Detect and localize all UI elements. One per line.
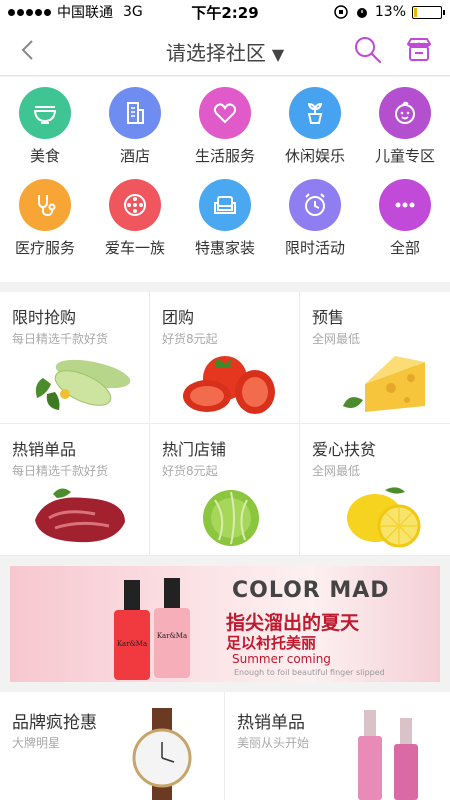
category-label: 酒店 xyxy=(119,147,150,165)
grid-item-subtitle: 好货8元起 xyxy=(162,464,218,478)
promo-subtitle: 美丽从头开始 xyxy=(237,736,310,750)
bowl-icon xyxy=(19,87,71,139)
bottle-label: Kar&Ma xyxy=(157,632,187,640)
grid-item-title: 爱心扶贫 xyxy=(312,440,377,459)
cabbage-image xyxy=(203,490,259,546)
promo-hot-items[interactable]: 热销单品 美丽从头开始 xyxy=(225,692,450,800)
category-label: 医疗服务 xyxy=(14,239,75,257)
category-car[interactable]: 爱车一族 xyxy=(90,179,180,269)
grid-item-title: 限时抢购 xyxy=(12,308,77,327)
category-label: 儿童专区 xyxy=(374,147,435,165)
category-label: 生活服务 xyxy=(194,147,255,165)
category-label: 特惠家装 xyxy=(194,239,255,257)
plant-icon xyxy=(289,87,341,139)
building-icon xyxy=(109,87,161,139)
ad-fineprint: Enough to foil beautiful finger slipped xyxy=(234,668,385,677)
store-icon[interactable] xyxy=(404,35,434,65)
lemon-image xyxy=(347,487,421,548)
clock: 下午2:29 xyxy=(191,3,259,22)
nail-polish-bottles-image: Kar&Ma Kar&Ma xyxy=(114,578,190,680)
baby-face-icon xyxy=(379,87,431,139)
heart-icon xyxy=(199,87,251,139)
ad-brand: COLOR MAD xyxy=(232,578,390,603)
more-dots-icon xyxy=(379,179,431,231)
grid-item-hot-items[interactable]: 热销单品 每日精选千款好货 xyxy=(0,424,150,556)
grid-item-subtitle: 每日精选千款好货 xyxy=(12,464,109,478)
promotion-grid: 限时抢购 每日精选千款好货 团购 好货8元起 预售 全网最低 热销单品 每日精选… xyxy=(0,292,450,556)
category-hotel[interactable]: 酒店 xyxy=(90,87,180,173)
alarm-icon xyxy=(356,8,367,18)
grid-item-presale[interactable]: 预售 全网最低 xyxy=(300,292,450,424)
tomato-image xyxy=(183,356,275,414)
beef-image xyxy=(35,488,125,543)
grid-item-title: 预售 xyxy=(312,308,345,327)
cosmetics-bottles-image xyxy=(358,710,418,800)
grid-item-group-buy[interactable]: 团购 好货8元起 xyxy=(150,292,300,424)
grid-item-hot-stores[interactable]: 热门店铺 好货8元起 xyxy=(150,424,300,556)
battery-level xyxy=(414,7,418,17)
alarm-clock-icon xyxy=(289,179,341,231)
category-medical[interactable]: 医疗服务 xyxy=(0,179,90,269)
promo-row: 品牌疯抢惠 大牌明星 热销单品 美丽从头开始 xyxy=(0,692,450,800)
battery-percent: 13% xyxy=(374,4,406,20)
search-icon[interactable] xyxy=(352,34,384,66)
category-label: 休闲娱乐 xyxy=(284,147,345,165)
grid-item-poverty-relief[interactable]: 爱心扶贫 全网最低 xyxy=(300,424,450,556)
category-limited-time[interactable]: 限时活动 xyxy=(270,179,360,269)
watch-image xyxy=(132,708,192,800)
ad-headline: 指尖溜出的夏天 xyxy=(226,612,360,634)
grid-item-subtitle: 全网最低 xyxy=(312,332,361,346)
category-grid: 美食 酒店 生活服务 休闲娱乐 儿童专区 医疗服务 爱车一族 特惠家装 限时活动… xyxy=(0,77,450,282)
category-label: 爱车一族 xyxy=(104,239,165,257)
signal-strength-icon xyxy=(8,8,51,16)
cheese-image xyxy=(343,356,425,412)
category-label: 美食 xyxy=(29,147,60,165)
sofa-icon xyxy=(199,179,251,231)
ad-banner[interactable]: Kar&Ma Kar&Ma COLOR MAD 指尖溜出的夏天 足以衬托美丽 S… xyxy=(10,566,440,682)
promo-title: 热销单品 xyxy=(237,713,305,733)
category-life-services[interactable]: 生活服务 xyxy=(180,87,270,173)
network-type: 3G xyxy=(123,4,143,20)
category-all[interactable]: 全部 xyxy=(360,179,450,269)
stethoscope-icon xyxy=(19,179,71,231)
bottle-label: Kar&Ma xyxy=(117,640,147,648)
promo-title: 品牌疯抢惠 xyxy=(12,713,97,733)
ad-tagline: Summer coming xyxy=(232,652,331,666)
battery-icon xyxy=(412,5,445,19)
orientation-lock-icon xyxy=(334,5,348,19)
wheel-icon xyxy=(109,179,161,231)
status-bar: 中国联通 3G 下午2:29 13% xyxy=(0,0,450,24)
grid-item-title: 热销单品 xyxy=(12,440,77,459)
category-home-decor[interactable]: 特惠家装 xyxy=(180,179,270,269)
category-leisure[interactable]: 休闲娱乐 xyxy=(270,87,360,173)
caret-down-icon: ▼ xyxy=(271,45,285,64)
category-label: 限时活动 xyxy=(284,239,345,257)
carrier-name: 中国联通 xyxy=(57,5,113,21)
category-label: 全部 xyxy=(389,239,420,257)
grid-item-title: 热门店铺 xyxy=(162,440,227,459)
nav-bar: 请选择社区 ▼ xyxy=(0,24,450,76)
category-kids[interactable]: 儿童专区 xyxy=(360,87,450,173)
grid-item-flash-sale[interactable]: 限时抢购 每日精选千款好货 xyxy=(0,292,150,424)
nav-title-text: 请选择社区 xyxy=(165,41,266,65)
promo-brand-sale[interactable]: 品牌疯抢惠 大牌明星 xyxy=(0,692,225,800)
grid-item-subtitle: 好货8元起 xyxy=(162,332,218,346)
grid-item-subtitle: 全网最低 xyxy=(312,464,361,478)
promo-subtitle: 大牌明星 xyxy=(12,736,61,750)
category-food[interactable]: 美食 xyxy=(0,87,90,173)
grid-item-title: 团购 xyxy=(162,308,195,327)
zucchini-image xyxy=(35,359,131,410)
grid-item-subtitle: 每日精选千款好货 xyxy=(12,332,109,346)
ad-subheadline: 足以衬托美丽 xyxy=(226,634,317,652)
